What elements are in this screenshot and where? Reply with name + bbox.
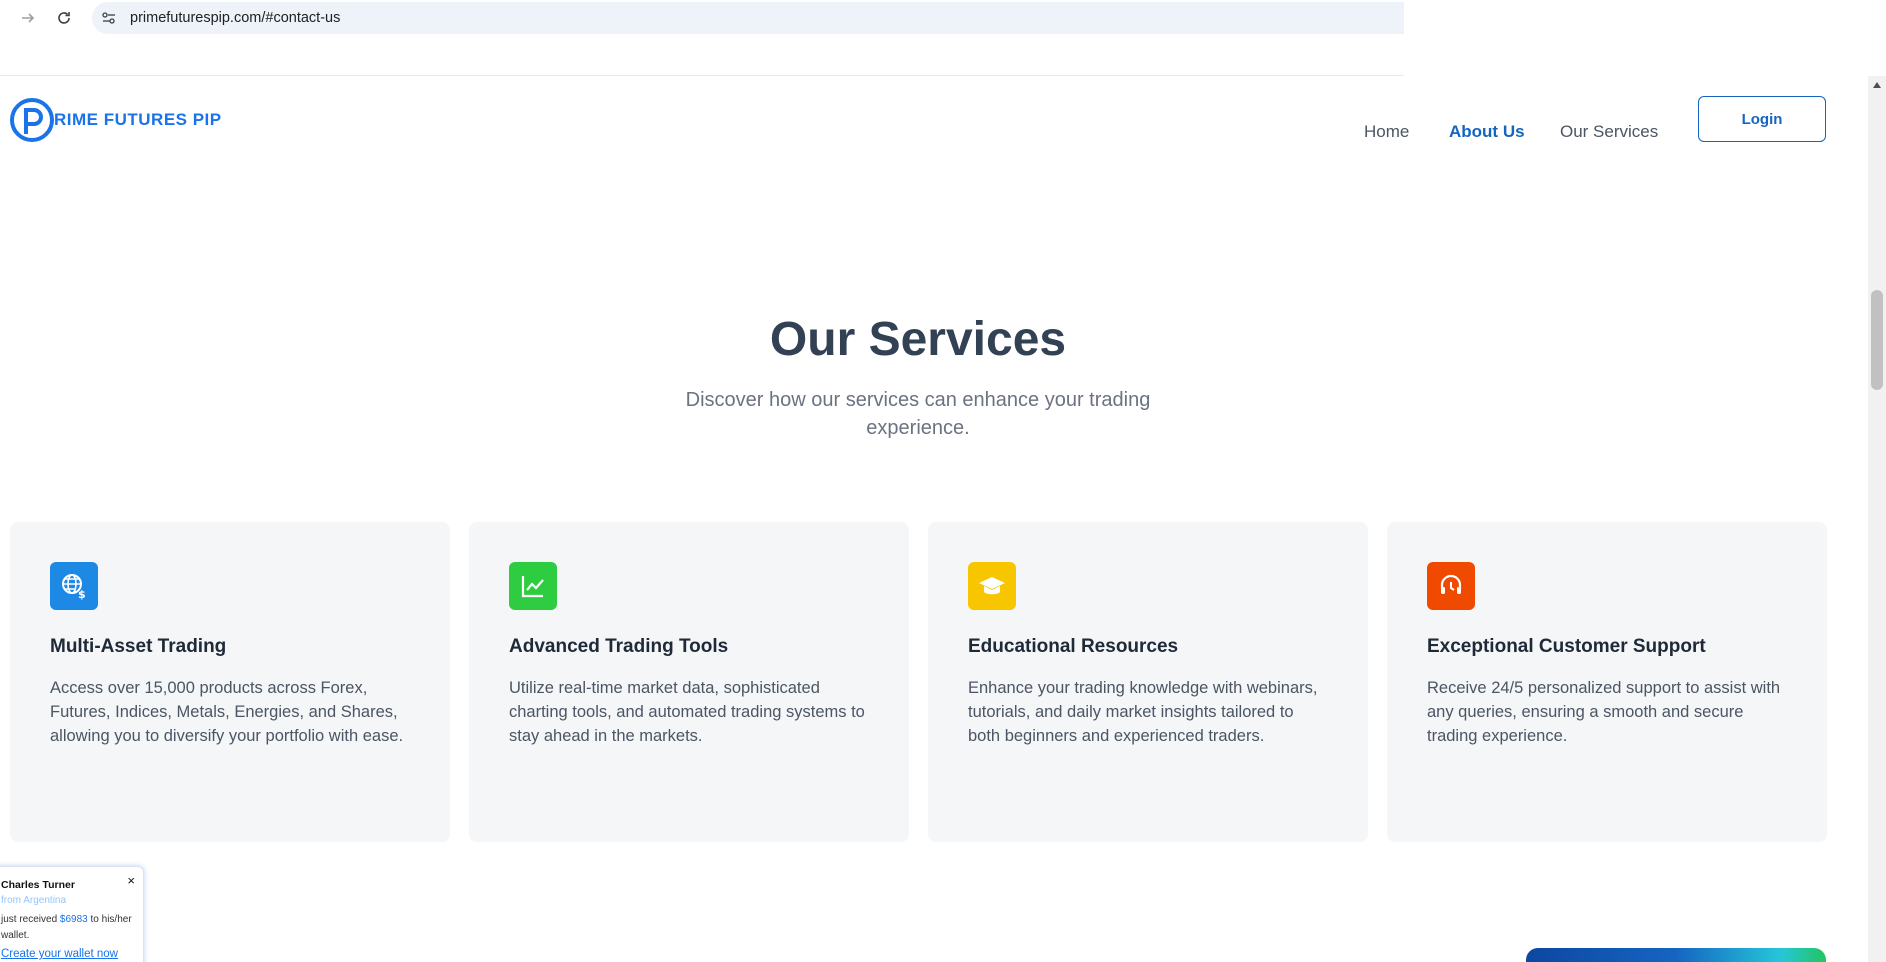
reload-icon [58, 12, 70, 24]
service-card-education: Educational Resources Enhance your tradi… [928, 522, 1368, 842]
card-description: Receive 24/5 personalized support to ass… [1427, 679, 1781, 745]
close-icon[interactable]: × [127, 873, 135, 888]
card-title: Educational Resources [968, 636, 1179, 657]
chat-widget-tab[interactable] [1526, 948, 1826, 962]
logo[interactable]: RIME FUTURES PIP [10, 98, 222, 142]
section-subtitle: Discover how our services can enhance yo… [685, 389, 1151, 439]
card-description: Utilize real-time market data, sophistic… [509, 679, 865, 745]
service-card-support: Exceptional Customer Support Receive 24/… [1387, 522, 1827, 842]
forward-button[interactable] [16, 6, 40, 30]
login-button[interactable]: Login [1698, 96, 1826, 142]
card-description: Enhance your trading knowledge with webi… [968, 679, 1318, 745]
url-text: primefuturespip.com/#contact-us [130, 10, 341, 26]
nav-home[interactable]: Home [1364, 122, 1409, 142]
toast-amount: $6983 [59, 914, 88, 925]
page-scrollbar[interactable] [1868, 76, 1886, 962]
chart-line-icon [509, 562, 557, 610]
toast-location: from Argentina [1, 895, 67, 906]
site-header: RIME FUTURES PIP Home About Us Our Servi… [0, 76, 1868, 186]
svg-text:$: $ [78, 588, 86, 600]
scrollbar-thumb[interactable] [1871, 290, 1883, 390]
toast-message-prefix: just received [1, 914, 60, 925]
card-title: Multi-Asset Trading [50, 636, 227, 657]
service-card-trading-tools: Advanced Trading Tools Utilize real-time… [469, 522, 909, 842]
globe-dollar-icon: $ [50, 562, 98, 610]
graduation-cap-icon [968, 562, 1016, 610]
logo-text: RIME FUTURES PIP [54, 110, 222, 129]
logo-icon [10, 98, 54, 142]
address-bar[interactable]: primefuturespip.com/#contact-us [92, 2, 1404, 34]
service-card-multi-asset: $ Multi-Asset Trading Access over 15,000… [10, 522, 450, 842]
nav-our-services[interactable]: Our Services [1560, 122, 1658, 142]
section-title: Our Services [769, 313, 1067, 366]
browser-toolbar: primefuturespip.com/#contact-us [0, 0, 1404, 76]
create-wallet-link[interactable]: Create your wallet now [1, 948, 143, 960]
wallet-notification-toast: × Charles Turner from Argentina just rec… [0, 866, 144, 962]
nav-about-us[interactable]: About Us [1449, 122, 1525, 142]
headset-icon [1427, 562, 1475, 610]
reload-button[interactable] [52, 6, 76, 30]
card-description: Access over 15,000 products across Forex… [50, 679, 404, 745]
site-settings-icon[interactable] [100, 9, 118, 27]
toast-message: just received $6983 to his/her wallet. [1, 912, 143, 944]
toast-name: Charles Turner [1, 879, 75, 891]
scroll-up-icon[interactable] [1873, 82, 1881, 88]
arrow-right-icon [22, 13, 35, 23]
card-title: Advanced Trading Tools [509, 636, 729, 657]
card-title: Exceptional Customer Support [1427, 636, 1706, 657]
